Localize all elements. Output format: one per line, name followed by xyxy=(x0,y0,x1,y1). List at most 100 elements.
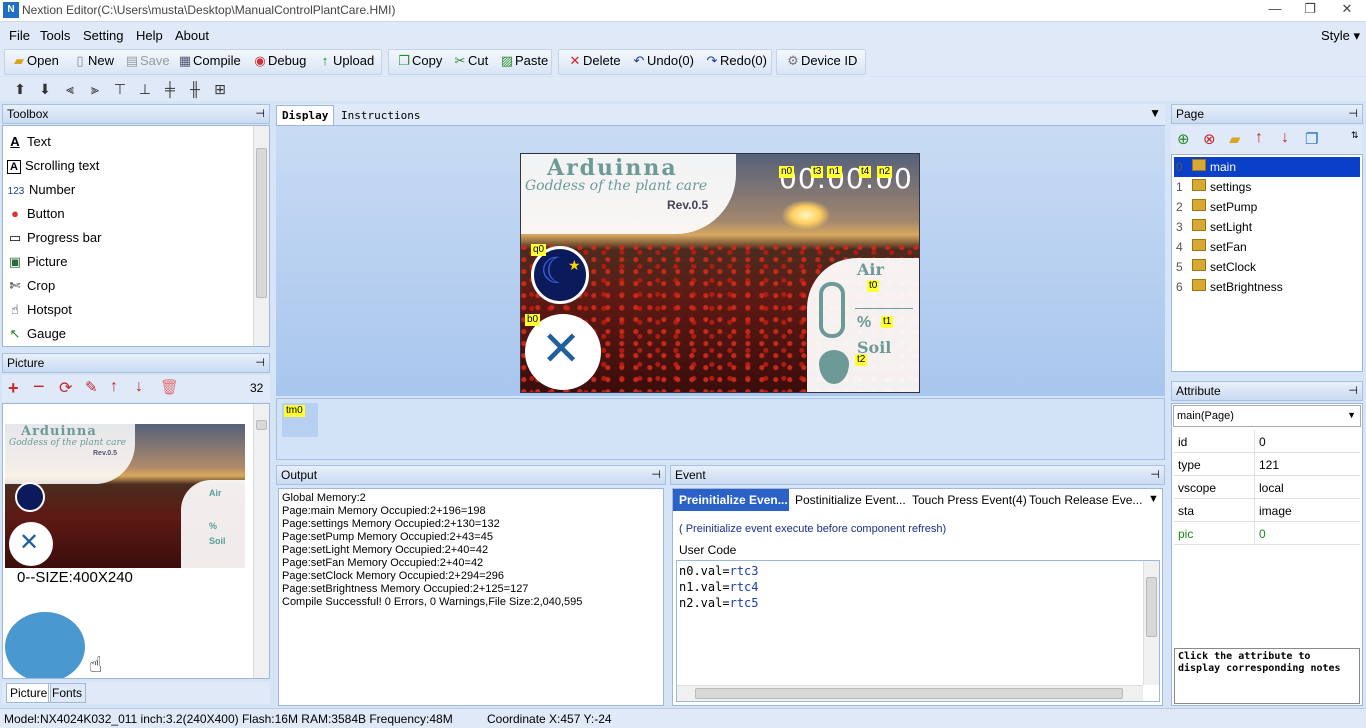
device-id-button[interactable]: ⚙ Device ID xyxy=(785,53,857,69)
tab-touch-release-event[interactable]: Touch Release Eve... xyxy=(1023,489,1148,511)
new-button[interactable]: ▯ New xyxy=(72,53,114,69)
hmi-screen[interactable]: Arduinna Goddess of the plant care Rev.0… xyxy=(520,153,920,393)
toolbox-item-progress-bar[interactable]: ▭ Progress bar xyxy=(7,230,102,250)
timer-component[interactable]: tm0 xyxy=(282,403,318,437)
code-vertical-scrollbar[interactable] xyxy=(1143,561,1159,685)
pin-icon[interactable]: ⊣ xyxy=(1348,107,1358,120)
toolbox-item-text[interactable]: A Text xyxy=(7,134,51,154)
delete-page-icon[interactable]: ⊗ xyxy=(1203,130,1216,148)
scrollbar-thumb[interactable] xyxy=(256,420,267,430)
trash-icon[interactable]: 🗑 xyxy=(160,378,179,396)
attribute-selector[interactable]: main(Page) ▼ xyxy=(1173,405,1361,427)
move-page-down-icon[interactable]: ↓ xyxy=(1281,129,1289,147)
component-t4[interactable]: t4 xyxy=(859,166,872,178)
scrollbar-thumb[interactable] xyxy=(695,688,1123,699)
page-item-setfan[interactable]: 4 setFan xyxy=(1174,237,1360,257)
same-size-icon[interactable]: ⊞ xyxy=(210,79,230,99)
debug-button[interactable]: ◉ Debug xyxy=(252,53,306,69)
tab-fonts[interactable]: Fonts xyxy=(48,683,87,703)
refresh-picture-icon[interactable]: ⟳ xyxy=(59,378,72,398)
page-toolbar-more-icon[interactable]: ⇅ xyxy=(1351,130,1359,141)
align-top-icon[interactable]: ⊤ xyxy=(110,79,130,99)
insert-page-icon[interactable]: ▰ xyxy=(1229,130,1241,148)
attribute-row-pic[interactable]: pic 0 xyxy=(1174,522,1360,545)
attribute-row-type[interactable]: type 121 xyxy=(1174,453,1360,476)
component-t2[interactable]: t2 xyxy=(855,354,868,366)
code-horizontal-scrollbar[interactable] xyxy=(677,685,1143,701)
attribute-row-vscope[interactable]: vscope local xyxy=(1174,476,1360,499)
component-t0[interactable]: t0 xyxy=(867,280,880,292)
toolbox-item-hotspot[interactable]: ☝ Hotspot xyxy=(7,302,72,322)
delete-button[interactable]: ✕ Delete xyxy=(567,53,621,69)
menu-help[interactable]: Help xyxy=(136,28,163,43)
page-item-main[interactable]: 0 main xyxy=(1174,157,1360,177)
move-down-icon[interactable]: ⬇ xyxy=(35,79,55,99)
scrollbar-thumb[interactable] xyxy=(256,148,267,298)
remove-picture-icon[interactable]: − xyxy=(33,376,45,399)
move-up-icon[interactable]: ⬆ xyxy=(10,79,30,99)
component-n2[interactable]: n2 xyxy=(877,166,893,178)
page-item-setclock[interactable]: 5 setClock xyxy=(1174,257,1360,277)
maximize-button[interactable]: ❐ xyxy=(1295,1,1325,19)
redo-button[interactable]: ↷ Redo(0) xyxy=(704,53,767,69)
menu-about[interactable]: About xyxy=(175,28,209,43)
toolbox-item-number[interactable]: 123 Number xyxy=(7,182,76,202)
page-item-settings[interactable]: 1 settings xyxy=(1174,177,1360,197)
copy-button[interactable]: ❐ Copy xyxy=(396,53,442,69)
toolbox-item-scrolling-text[interactable]: A Scrolling text xyxy=(7,158,99,178)
attribute-row-sta[interactable]: sta image xyxy=(1174,499,1360,522)
picture-thumbnail[interactable]: Arduinna Goddess of the plant care Rev.0… xyxy=(5,424,245,568)
component-t1[interactable]: t1 xyxy=(881,316,894,328)
event-tab-dropdown-icon[interactable]: ▼ xyxy=(1148,493,1159,505)
tab-instructions[interactable]: Instructions xyxy=(338,107,423,124)
component-b0[interactable]: b0 xyxy=(525,314,541,326)
toolbox-item-button[interactable]: ● Button xyxy=(7,206,65,226)
toolbox-item-gauge[interactable]: ↖ Gauge xyxy=(7,326,67,346)
cut-button[interactable]: ✂ Cut xyxy=(452,53,489,69)
move-down-icon[interactable]: ↓ xyxy=(135,378,143,396)
menu-file[interactable]: File xyxy=(9,28,30,43)
close-button[interactable]: ✕ xyxy=(1332,1,1362,19)
page-item-setbrightness[interactable]: 6 setBrightness xyxy=(1174,277,1360,297)
compile-button[interactable]: ▦ Compile xyxy=(177,53,241,69)
attribute-row-id[interactable]: id 0 xyxy=(1174,430,1360,453)
undo-button[interactable]: ↶ Undo(0) xyxy=(631,53,694,69)
add-page-icon[interactable]: ⊕ xyxy=(1177,130,1190,148)
component-q0[interactable]: q0 xyxy=(531,244,547,256)
pin-icon[interactable]: ⊣ xyxy=(255,107,265,120)
component-n1[interactable]: n1 xyxy=(827,166,843,178)
align-center-v-icon[interactable]: ╫ xyxy=(185,79,205,99)
picture-scrollbar[interactable] xyxy=(253,404,269,678)
tab-touch-press-event[interactable]: Touch Press Event(4) xyxy=(906,489,1033,511)
tab-postinitialize-event[interactable]: Postinitialize Event... xyxy=(789,489,912,511)
toolbox-item-picture[interactable]: ▣ Picture xyxy=(7,254,68,274)
page-item-setpump[interactable]: 2 setPump xyxy=(1174,197,1360,217)
paste-button[interactable]: ▨ Paste xyxy=(499,53,548,69)
move-up-icon[interactable]: ↑ xyxy=(110,378,118,396)
toolbox-item-crop[interactable]: ✄ Crop xyxy=(7,278,56,298)
copy-page-icon[interactable]: ❐ xyxy=(1305,130,1318,148)
component-n0[interactable]: n0 xyxy=(779,166,795,178)
edit-picture-icon[interactable]: ✎ xyxy=(85,378,98,396)
pin-icon[interactable]: ⊣ xyxy=(255,356,265,369)
move-page-up-icon[interactable]: ↑ xyxy=(1255,129,1263,147)
pin-icon[interactable]: ⊣ xyxy=(1348,384,1358,397)
code-editor[interactable]: n0.val=rtc3 n1.val=rtc4 n2.val=rtc5 xyxy=(676,560,1160,702)
tab-picture[interactable]: Picture xyxy=(6,683,52,703)
tab-dropdown-icon[interactable]: ▼ xyxy=(1149,106,1161,120)
open-button[interactable]: ▰ Open xyxy=(11,53,59,69)
toolbox-scrollbar[interactable] xyxy=(253,126,269,346)
add-picture-icon[interactable]: + xyxy=(8,378,19,399)
style-menu[interactable]: Style ▾ xyxy=(1321,28,1360,44)
align-right-icon[interactable]: ⫸ xyxy=(85,79,105,99)
tab-display[interactable]: Display xyxy=(276,105,335,125)
component-t3[interactable]: t3 xyxy=(811,166,824,178)
scrollbar-thumb[interactable] xyxy=(1146,577,1157,637)
page-item-setlight[interactable]: 3 setLight xyxy=(1174,217,1360,237)
minimize-button[interactable]: — xyxy=(1260,1,1290,19)
upload-button[interactable]: ↑ Upload xyxy=(317,53,374,68)
tab-preinitialize-event[interactable]: Preinitialize Even... xyxy=(673,489,789,511)
save-button[interactable]: ▤ Save xyxy=(124,53,170,69)
align-bottom-icon[interactable]: ⊥ xyxy=(135,79,155,99)
align-left-icon[interactable]: ⫷ xyxy=(60,79,80,99)
